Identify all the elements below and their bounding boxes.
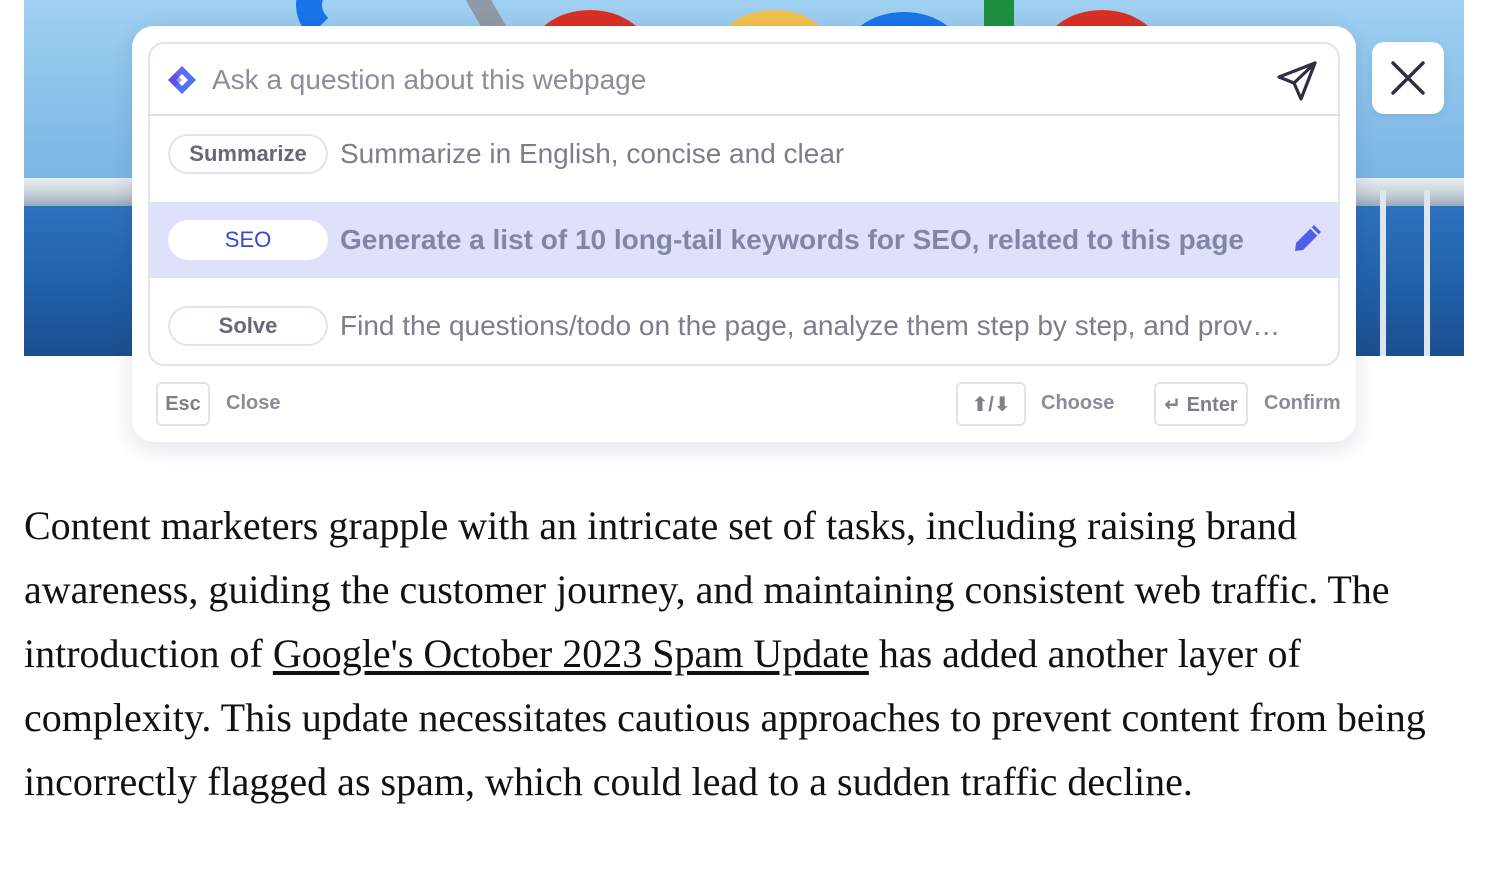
send-icon[interactable]: [1274, 58, 1320, 104]
assistant-logo-icon: [168, 66, 196, 94]
hero-post: [1380, 190, 1386, 356]
article-paragraph: Content marketers grapple with an intric…: [24, 494, 1474, 814]
prompt-list-box: Summarize Summarize in English, concise …: [148, 42, 1340, 366]
keyboard-hints: Esc Close ⬆/⬇ Choose ↵ Enter Confirm: [132, 382, 1356, 426]
ask-question-input[interactable]: [212, 60, 1252, 100]
close-popup-button[interactable]: [1372, 42, 1444, 114]
prompt-description: Generate a list of 10 long-tail keywords…: [340, 224, 1244, 255]
choose-hint-label: Choose: [1041, 392, 1115, 414]
prompt-tag-summarize: Summarize: [168, 134, 328, 174]
confirm-hint-label: Confirm: [1264, 392, 1341, 414]
enter-key[interactable]: ↵ Enter: [1154, 382, 1248, 426]
spam-update-link[interactable]: Google's October 2023 Spam Update: [273, 631, 869, 676]
prompt-item-summarize[interactable]: Summarize Summarize in English, concise …: [150, 116, 1338, 192]
ask-row: [150, 44, 1338, 116]
prompt-item-seo[interactable]: SEO Generate a list of 10 long-tail keyw…: [150, 202, 1338, 278]
prompt-description: Find the questions/todo on the page, ana…: [340, 310, 1281, 341]
arrow-keys: ⬆/⬇: [956, 382, 1026, 426]
prompt-tag-solve: Solve: [168, 306, 328, 346]
esc-key[interactable]: Esc: [156, 382, 210, 426]
esc-hint-label: Close: [226, 392, 281, 414]
close-icon: [1391, 61, 1425, 95]
ai-assistant-popup: Summarize Summarize in English, concise …: [132, 26, 1356, 442]
pencil-icon[interactable]: [1290, 220, 1326, 256]
hero-post: [1424, 190, 1430, 356]
prompt-item-solve[interactable]: Solve Find the questions/todo on the pag…: [150, 288, 1338, 364]
prompt-tag-seo: SEO: [168, 220, 328, 260]
prompt-description: Summarize in English, concise and clear: [340, 138, 845, 169]
